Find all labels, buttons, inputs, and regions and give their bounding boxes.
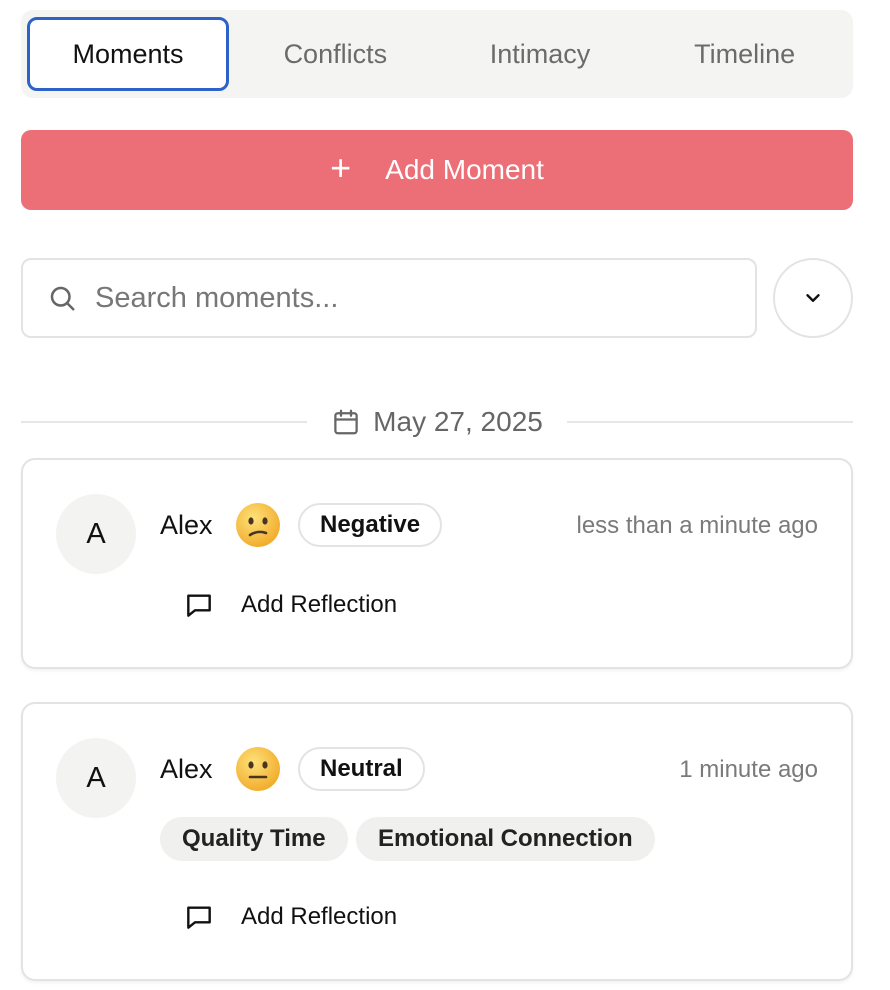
moment-card[interactable]: A Alex Negative less than a minute ago A… [21,458,853,669]
tab-intimacy[interactable]: Intimacy [438,17,643,91]
tab-bar: Moments Conflicts Intimacy Timeline [21,10,853,98]
comment-icon [187,594,211,617]
add-reflection-button[interactable]: Add Reflection [183,585,397,625]
add-moment-label: Add Moment [385,154,544,185]
moment-card[interactable]: A Alex Neutral 1 minute ago Quality Time… [21,702,853,981]
avatar: A [56,494,136,574]
filter-dropdown-button[interactable] [773,258,853,338]
calendar-icon [334,409,358,435]
date-label-group: May 27, 2025 [307,406,567,438]
tag-chip: Emotional Connection [356,817,655,861]
tab-conflicts[interactable]: Conflicts [233,17,438,91]
divider [566,421,854,423]
add-moment-button[interactable]: + Add Moment [21,130,853,210]
author-name: Alex [160,510,213,540]
timestamp: 1 minute ago [679,756,818,783]
tag-chip: Quality Time [160,817,348,861]
confused-face-icon [236,503,280,547]
plus-icon: + [330,147,352,188]
neutral-face-icon [236,747,280,791]
timestamp: less than a minute ago [576,512,819,539]
tab-moments[interactable]: Moments [27,17,229,91]
date-label: May 27, 2025 [373,406,543,437]
mood-badge: Neutral [298,747,425,791]
add-reflection-label: Add Reflection [241,591,398,618]
tab-timeline[interactable]: Timeline [642,17,847,91]
date-separator: May 27, 2025 [21,398,854,446]
avatar: A [56,738,136,818]
search-box [21,258,757,338]
add-reflection-label: Add Reflection [241,903,398,930]
chevron-down-icon [806,294,820,302]
comment-icon [187,906,211,929]
search-icon [50,286,75,311]
divider [21,421,308,423]
mood-badge: Negative [298,503,443,547]
search-input[interactable] [95,281,715,315]
add-reflection-button[interactable]: Add Reflection [183,897,397,937]
author-name: Alex [160,754,213,784]
